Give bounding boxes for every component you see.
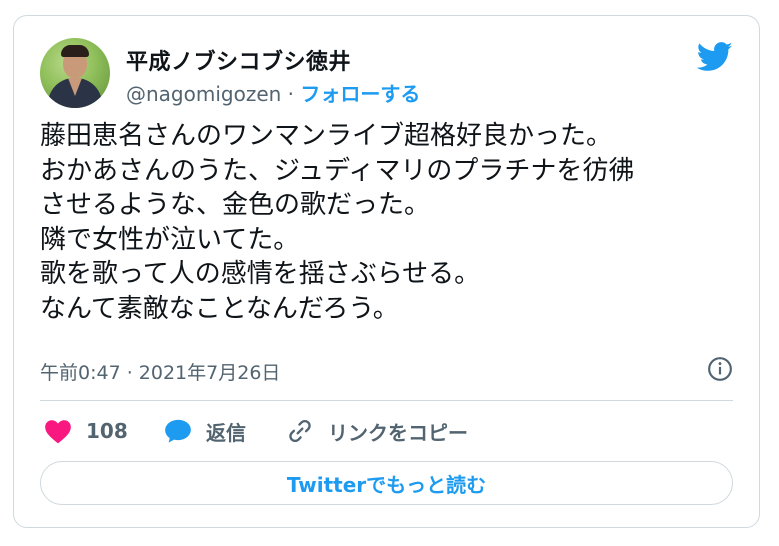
actions-row: 108 返信 リンクをコピー bbox=[40, 414, 733, 448]
link-icon bbox=[289, 419, 311, 443]
speech-bubble-icon bbox=[165, 419, 191, 443]
twitter-bird-icon[interactable] bbox=[697, 42, 733, 72]
handle-separator: · bbox=[281, 82, 301, 106]
reply-button[interactable]: 返信 bbox=[164, 414, 246, 448]
heart-icon bbox=[45, 420, 71, 444]
tweet-text-line: させるような、金色の歌だった。 bbox=[40, 190, 431, 220]
like-button[interactable]: 108 bbox=[44, 414, 128, 448]
divider bbox=[40, 400, 733, 401]
tweet-text-line: なんて素敵なことなんだろう。 bbox=[40, 293, 399, 324]
follow-link[interactable]: フォローする bbox=[300, 82, 420, 106]
tweet-text-line: 藤田恵名さんのワンマンライブ超格好良かった。 bbox=[40, 121, 613, 151]
tweet-header: 平成ノブシコブシ徳井 @nagomigozen · フォローする bbox=[40, 38, 733, 108]
read-more-button[interactable]: Twitterでもっと読む bbox=[40, 461, 733, 505]
display-name[interactable]: 平成ノブシコブシ徳井 bbox=[126, 44, 351, 76]
tweet-text-line: 隣で女性が泣いてた。 bbox=[40, 224, 300, 255]
avatar-hair bbox=[61, 45, 89, 57]
user-handle[interactable]: @nagomigozen bbox=[126, 82, 281, 106]
info-icon[interactable] bbox=[707, 356, 733, 382]
copy-link-label: リンクをコピー bbox=[328, 420, 468, 445]
copy-link-button[interactable]: リンクをコピー bbox=[286, 414, 468, 448]
reply-label: 返信 bbox=[206, 420, 246, 445]
timestamp[interactable]: 午前0:47 · 2021年7月26日 bbox=[40, 358, 280, 385]
tweet-text-line: 歌を歌って人の感情を揺さぶらせる。 bbox=[40, 259, 481, 289]
tweet-text-line: おかあさんのうた、ジュディマリのプラチナを彷彿 bbox=[40, 155, 635, 186]
meta-row: 午前0:47 · 2021年7月26日 bbox=[40, 356, 733, 384]
handle-row: @nagomigozen · フォローする bbox=[126, 78, 420, 107]
tweet-card: 平成ノブシコブシ徳井 @nagomigozen · フォローする 藤田恵名さんの… bbox=[13, 15, 760, 528]
avatar[interactable] bbox=[40, 38, 110, 108]
like-count: 108 bbox=[86, 419, 128, 443]
tweet-text: 藤田恵名さんのワンマンライブ超格好良かった。 おかあさんのうた、ジュディマリのプ… bbox=[40, 119, 733, 326]
